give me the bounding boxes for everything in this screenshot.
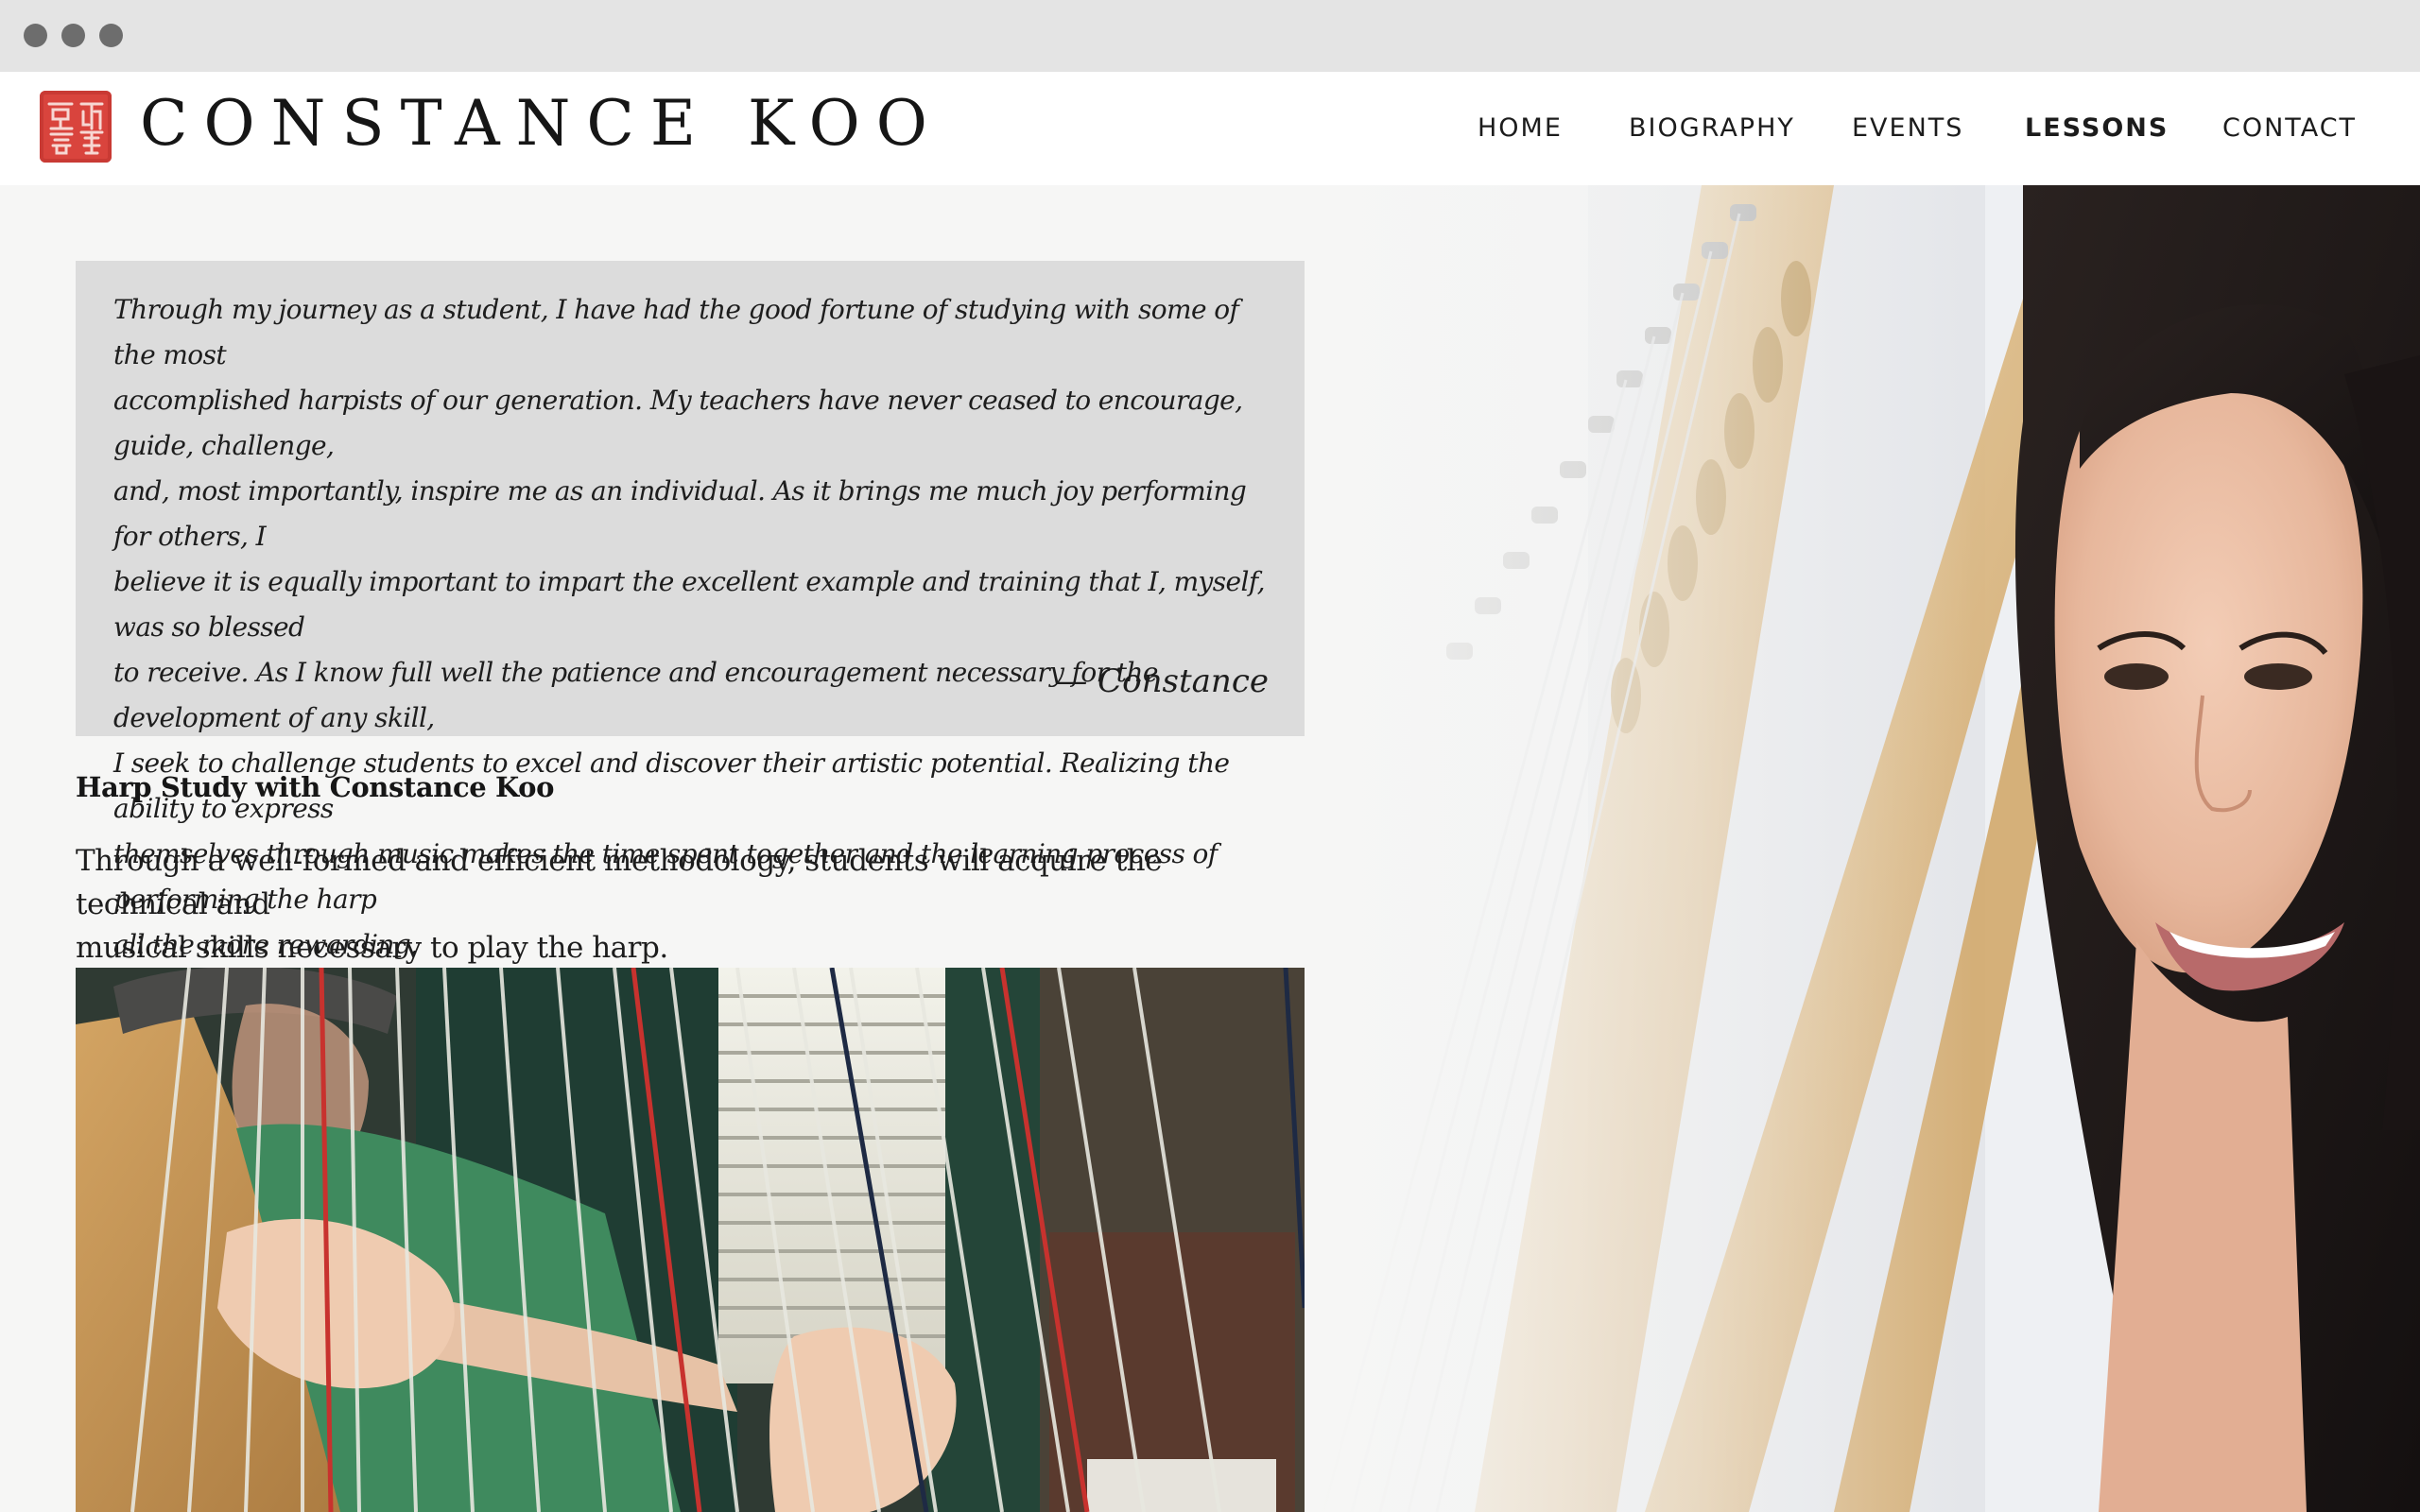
quote-line: Through my journey as a student, I have … [113,294,1239,370]
site-header: CONSTANCE KOO HOME BIOGRAPHY EVENTS LESS… [0,72,2420,185]
nav-contact[interactable]: CONTACT [2222,113,2357,143]
body-line: musical skills necessary to play the har… [76,931,668,965]
quote-line: accomplished harpists of our generation.… [113,385,1243,461]
browser-window: CONSTANCE KOO HOME BIOGRAPHY EVENTS LESS… [0,0,2420,1512]
nav-events[interactable]: EVENTS [1852,113,1963,143]
nav-biography[interactable]: BIOGRAPHY [1629,113,1795,143]
body-line: Through a well-formed and efficient meth… [76,844,1162,921]
quote-line: to receive. As I know full well the pati… [113,657,1158,733]
section-heading: Harp Study with Constance Koo [76,771,555,803]
window-close-button[interactable] [24,24,47,47]
quote-attribution: — Constance [1055,662,1269,700]
site-title[interactable]: CONSTANCE KOO [140,93,943,155]
quote-line: and, most importantly, inspire me as an … [113,475,1247,552]
student-harp-photo [76,968,1305,1512]
window-titlebar [0,0,2420,72]
portrait-photo [1305,185,2420,1512]
main-content: Through my journey as a student, I have … [0,185,2420,1512]
nav-lessons[interactable]: LESSONS [2025,113,2169,143]
window-maximize-button[interactable] [99,24,123,47]
seal-logo-graphic [43,94,108,159]
seal-logo[interactable] [40,91,112,163]
quote-line: believe it is equally important to impar… [113,566,1266,643]
testimonial-quote: Through my journey as a student, I have … [76,261,1305,960]
window-minimize-button[interactable] [61,24,85,47]
section-body: Through a well-formed and efficient meth… [76,839,1267,970]
nav-home[interactable]: HOME [1478,113,1563,143]
